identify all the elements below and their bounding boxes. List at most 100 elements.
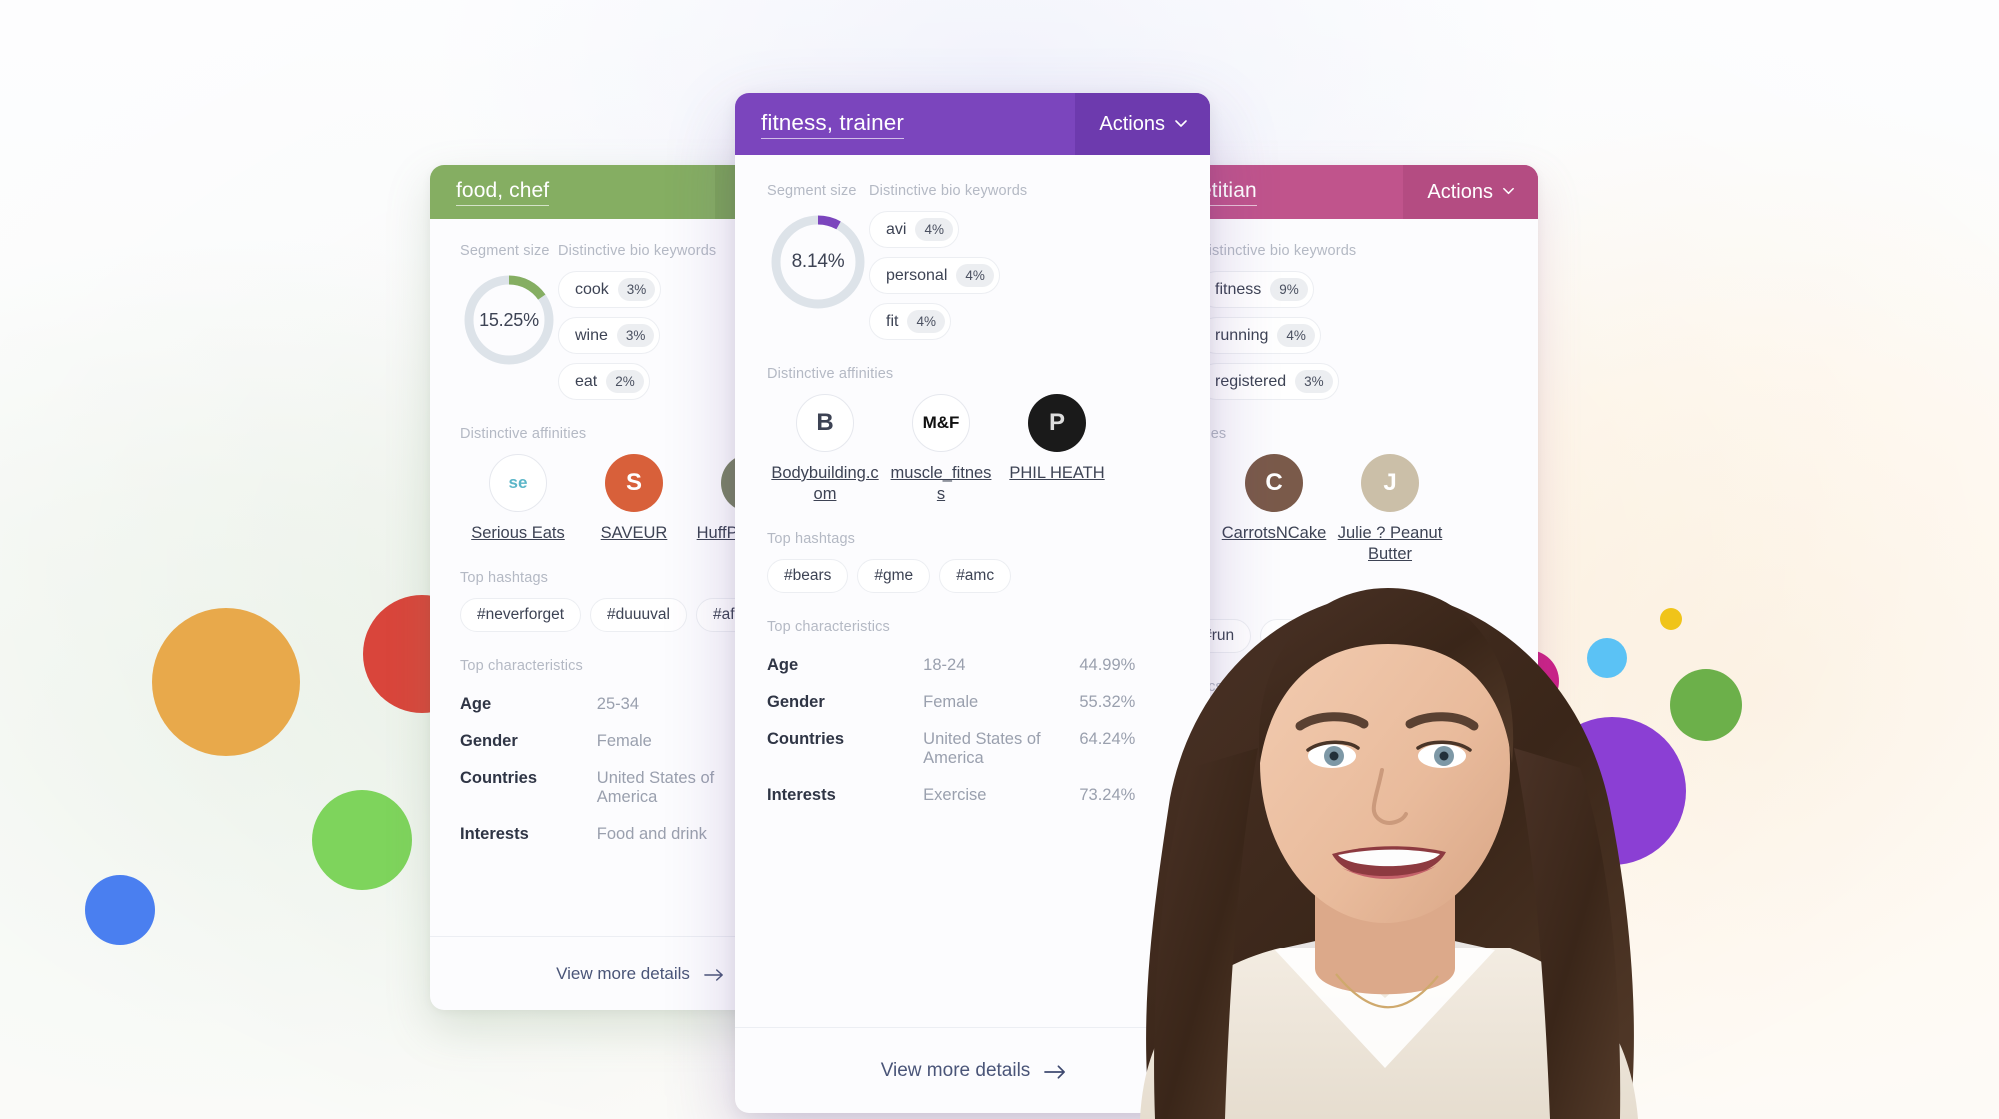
keyword-word: registered [1215,372,1287,390]
hashtag-chip[interactable]: #gme [857,559,931,594]
characteristic-key: Gender [460,732,518,751]
characteristics-body: Age 18-24 44.99% Gender Female 55.32% Countrie… [767,647,1178,814]
affinity-item[interactable]: se Serious Eats [460,454,576,544]
affinity-name[interactable]: CarrotsNCake [1222,523,1327,544]
keywords-list: fitness 9% running 4% registered 3% [1198,271,1508,400]
keyword-percent: 9% [1270,278,1308,301]
hashtags-label: Top hashtags [767,531,856,548]
characteristic-row: Age 18-24 44.99% [767,647,1178,684]
characteristic-key: Gender [767,693,825,712]
card-header: fitness, trainer Actions [735,93,1210,155]
keywords-label: Distinctive bio keywords [869,183,1028,199]
keyword-percent: 3% [1295,370,1333,393]
characteristic-value: Female [596,732,652,751]
arrow-right-icon [704,967,724,981]
segment-card-fitness-trainer[interactable]: fitness, trainer Actions Segment size 8.… [735,93,1210,1113]
view-more-details-button[interactable]: View more details [735,1027,1210,1113]
characteristic-percent: 64% [1410,790,1444,809]
segment-size-block: Segment size 15.25% [460,243,558,400]
affinity-avatar: M&F [912,394,970,452]
segment-size-value: 15.25% [479,309,539,330]
characteristic-key: Interests [460,825,529,844]
keyword-chip[interactable]: registered 3% [1198,363,1339,400]
keyword-percent: 3% [617,278,656,301]
view-more-label: View more details [556,963,690,983]
keyword-word: wine [575,326,608,344]
keyword-chip[interactable]: eat 2% [558,363,650,400]
keyword-chip[interactable]: fit 4% [869,303,951,340]
hashtag-chip[interactable]: #neverforget [460,598,582,633]
segment-size-label: Segment size [460,243,550,259]
arrow-right-icon [1368,967,1388,981]
keyword-word: eat [575,372,598,390]
actions-button[interactable]: Actions [1075,93,1210,155]
affinity-avatar: se [489,454,547,512]
affinity-avatar: B [796,394,854,452]
affinity-avatar: P [1028,394,1086,452]
keyword-word: personal [886,266,948,284]
actions-label: Actions [1427,180,1493,203]
keywords-label: Distinctive bio keywords [1198,243,1357,259]
characteristic-value: United States of America [923,730,1041,768]
hashtag-chip[interactable]: #amc [939,559,1012,594]
characteristic-value: Female [1255,753,1311,772]
characteristic-percent: 64.24% [1079,730,1136,749]
keyword-chip[interactable]: avi 4% [869,211,959,248]
characteristic-key: Countries [767,730,845,749]
characteristic-percent [1410,837,1508,874]
affinity-name[interactable]: PHIL HEATH [1009,463,1104,484]
keyword-chip[interactable]: fitness 9% [1198,271,1314,308]
affinities-list: B Bodybuilding.com M&F muscle_fitness P PHIL … [767,394,1178,505]
affinity-item[interactable]: C CarrotsNCake [1216,454,1332,565]
affinity-name[interactable]: Bodybuilding.com [771,463,879,505]
characteristic-row: Gender Female 55.32% [767,684,1178,721]
card-title: food, chef [456,179,550,206]
characteristic-percent: 72% [1410,753,1444,772]
hashtag-chip[interactable]: #duuuval [590,598,687,633]
characteristic-value: United States of America [1255,790,1373,828]
affinity-item[interactable]: P PHIL HEATH [999,394,1115,505]
characteristic-value: Exercise [923,786,987,805]
keywords-block: Distinctive bio keywords avi 4% personal 4%… [869,183,1178,340]
dot-green [1670,669,1742,741]
characteristic-value: Food and drink [596,825,707,844]
affinity-avatar: S [605,454,663,512]
keyword-percent: 4% [1277,324,1315,347]
affinity-name[interactable]: SAVEUR [601,523,668,544]
keyword-chip[interactable]: running 4% [1198,317,1321,354]
keywords-list: avi 4% personal 4% fit 4% [869,211,1178,340]
keyword-percent: 4% [956,264,994,287]
characteristic-value: 18-24 [923,656,966,675]
keyword-chip[interactable]: cook 3% [558,271,662,308]
card-title: fitness, trainer [761,110,904,139]
keyword-percent: 4% [907,310,945,333]
affinity-item[interactable]: J Julie ? Peanut Butter [1332,454,1448,565]
characteristic-key: Interests [767,786,836,805]
affinity-name[interactable]: muscle_fitness [887,463,995,505]
keyword-chip[interactable]: wine 3% [558,317,661,354]
characteristics-table: Age 18-24 44.99% Gender Female 55.32% Countrie… [767,647,1178,814]
affinity-item[interactable]: B Bodybuilding.com [767,394,883,505]
chevron-down-icon [1173,115,1188,130]
characteristic-key: Age [767,656,799,675]
actions-button[interactable]: Actions [1403,165,1538,219]
keyword-percent: 2% [606,370,644,393]
keyword-chip[interactable]: personal 4% [869,257,1000,294]
dot-green-light [312,790,412,890]
affinity-name[interactable]: Serious Eats [471,523,565,544]
characteristic-value: Female [923,693,979,712]
actions-label: Actions [1099,112,1165,135]
characteristics-label: Top characteristics [767,619,890,636]
characteristic-key: Countries [460,769,538,788]
hashtag-chip[interactable]: #bears [767,559,849,594]
affinity-name[interactable]: Julie ? Peanut Butter [1336,523,1444,565]
affinity-item[interactable]: M&F muscle_fitness [883,394,999,505]
characteristic-row: Interests Exercise 73.24% [767,777,1178,814]
hashtag-chip[interactable]: #mynelorinpark [1260,619,1401,654]
affinity-item[interactable]: S SAVEUR [576,454,692,544]
characteristic-percent: 39% [1410,716,1444,735]
segment-size-donut: 8.14% [767,211,869,313]
hashtags-list: #bears #gme #amc [767,559,1178,594]
segment-size-donut: 15.25% [460,271,558,369]
card-body: Segment size 8.14% Distinctive bio keywo… [735,155,1210,1027]
